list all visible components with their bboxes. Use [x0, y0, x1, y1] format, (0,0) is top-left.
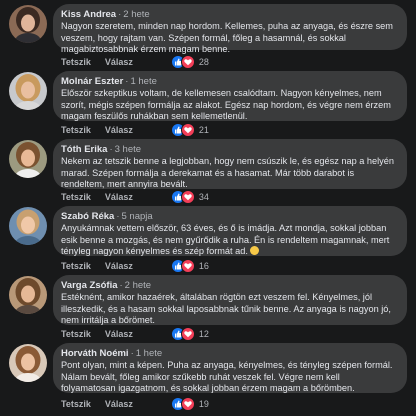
comment-text: Először szkeptikus voltam, de kellemesen… — [61, 88, 391, 122]
comment-bubble: Tóth Erika · 3 hete Nekem az tetszik benne… — [53, 139, 407, 189]
like-button[interactable]: Tetszik — [61, 57, 91, 67]
reaction-count: 28 — [198, 57, 209, 67]
heart-icon — [180, 259, 195, 273]
comment-actions: Tetszik Válasz 34 — [61, 190, 209, 204]
commenter-name[interactable]: Varga Zsófia — [61, 280, 118, 291]
comment-text-body: Anyukámnak vettem először, 63 éves, és ő… — [61, 223, 390, 257]
commenter-name[interactable]: Molnár Eszter — [61, 76, 123, 87]
commenter-name[interactable]: Szabó Réka — [61, 211, 114, 222]
comment-text: Estéknént, amikor hazaérek, általában rö… — [61, 292, 391, 326]
comment-text: Nekem az tetszik benne a legjobban, hogy… — [61, 156, 394, 190]
reaction-count: 21 — [198, 125, 209, 135]
reactions[interactable]: 34 — [170, 190, 209, 204]
reply-button[interactable]: Válasz — [105, 125, 133, 135]
avatar[interactable] — [9, 344, 47, 382]
reactions[interactable]: 21 — [170, 123, 209, 137]
comment-actions: Tetszik Válasz 28 — [61, 55, 209, 69]
like-button[interactable]: Tetszik — [61, 399, 91, 409]
comment-actions: Tetszik Válasz 16 — [61, 259, 209, 273]
like-button[interactable]: Tetszik — [61, 125, 91, 135]
separator-dot: · — [130, 348, 134, 359]
avatar[interactable] — [9, 140, 47, 178]
comment-bubble: Varga Zsófia · 2 hete Estéknént, amikor ha… — [53, 275, 407, 325]
comment-time[interactable]: 3 hete — [115, 144, 141, 155]
reply-button[interactable]: Válasz — [105, 57, 133, 67]
comment-time[interactable]: 1 hete — [130, 76, 156, 87]
comment-actions: Tetszik Válasz 21 — [61, 123, 209, 137]
reactions[interactable]: 19 — [170, 397, 209, 411]
reaction-count: 16 — [198, 261, 209, 271]
heart-icon — [180, 397, 195, 411]
reply-button[interactable]: Válasz — [105, 192, 133, 202]
reply-button[interactable]: Válasz — [105, 399, 133, 409]
comment-text: Anyukámnak vettem először, 63 éves, és ő… — [61, 223, 397, 258]
avatar[interactable] — [9, 207, 47, 245]
reply-button[interactable]: Válasz — [105, 329, 133, 339]
commenter-name[interactable]: Tóth Erika — [61, 144, 107, 155]
reactions[interactable]: 28 — [170, 55, 209, 69]
comment-time[interactable]: 1 hete — [136, 348, 162, 359]
comment-bubble: Molnár Eszter · 1 hete Először szkeptikus … — [53, 71, 407, 121]
comment-feed: Kiss Andrea · 2 hete Nagyon szeretem, mind… — [0, 0, 416, 416]
heart-icon — [180, 327, 195, 341]
comment-time[interactable]: 2 hete — [123, 9, 149, 20]
comment-bubble: Horváth Noémi · 1 hete Pont olyan, mint a … — [53, 343, 407, 393]
comment-text: Nagyon szeretem, minden nap hordom. Kell… — [61, 21, 393, 55]
comment-time[interactable]: 5 napja — [122, 211, 153, 222]
like-button[interactable]: Tetszik — [61, 261, 91, 271]
reaction-count: 19 — [198, 399, 209, 409]
comment-actions: Tetszik Válasz 19 — [61, 397, 209, 411]
separator-dot: · — [119, 280, 123, 291]
comment-bubble: Szabó Réka · 5 napja Anyukámnak vettem elő… — [53, 206, 407, 256]
commenter-name[interactable]: Kiss Andrea — [61, 9, 116, 20]
heart-icon — [180, 55, 195, 69]
reaction-count: 12 — [198, 329, 209, 339]
smile-emoji-icon — [250, 246, 260, 256]
comment-actions: Tetszik Válasz 12 — [61, 327, 209, 341]
comment-text: Pont olyan, mint a képen. Puha az anyaga… — [61, 360, 393, 394]
comment-time[interactable]: 2 hete — [125, 280, 151, 291]
avatar[interactable] — [9, 276, 47, 314]
heart-icon — [180, 190, 195, 204]
comment-bubble: Kiss Andrea · 2 hete Nagyon szeretem, mind… — [53, 4, 407, 54]
like-button[interactable]: Tetszik — [61, 329, 91, 339]
separator-dot: · — [116, 211, 120, 222]
commenter-name[interactable]: Horváth Noémi — [61, 348, 129, 359]
reply-button[interactable]: Válasz — [105, 261, 133, 271]
heart-icon — [180, 123, 195, 137]
separator-dot: · — [125, 76, 129, 87]
avatar[interactable] — [9, 72, 47, 110]
separator-dot: · — [109, 144, 113, 155]
avatar[interactable] — [9, 5, 47, 43]
reaction-count: 34 — [198, 192, 209, 202]
like-button[interactable]: Tetszik — [61, 192, 91, 202]
reactions[interactable]: 12 — [170, 327, 209, 341]
separator-dot: · — [118, 9, 122, 20]
reactions[interactable]: 16 — [170, 259, 209, 273]
